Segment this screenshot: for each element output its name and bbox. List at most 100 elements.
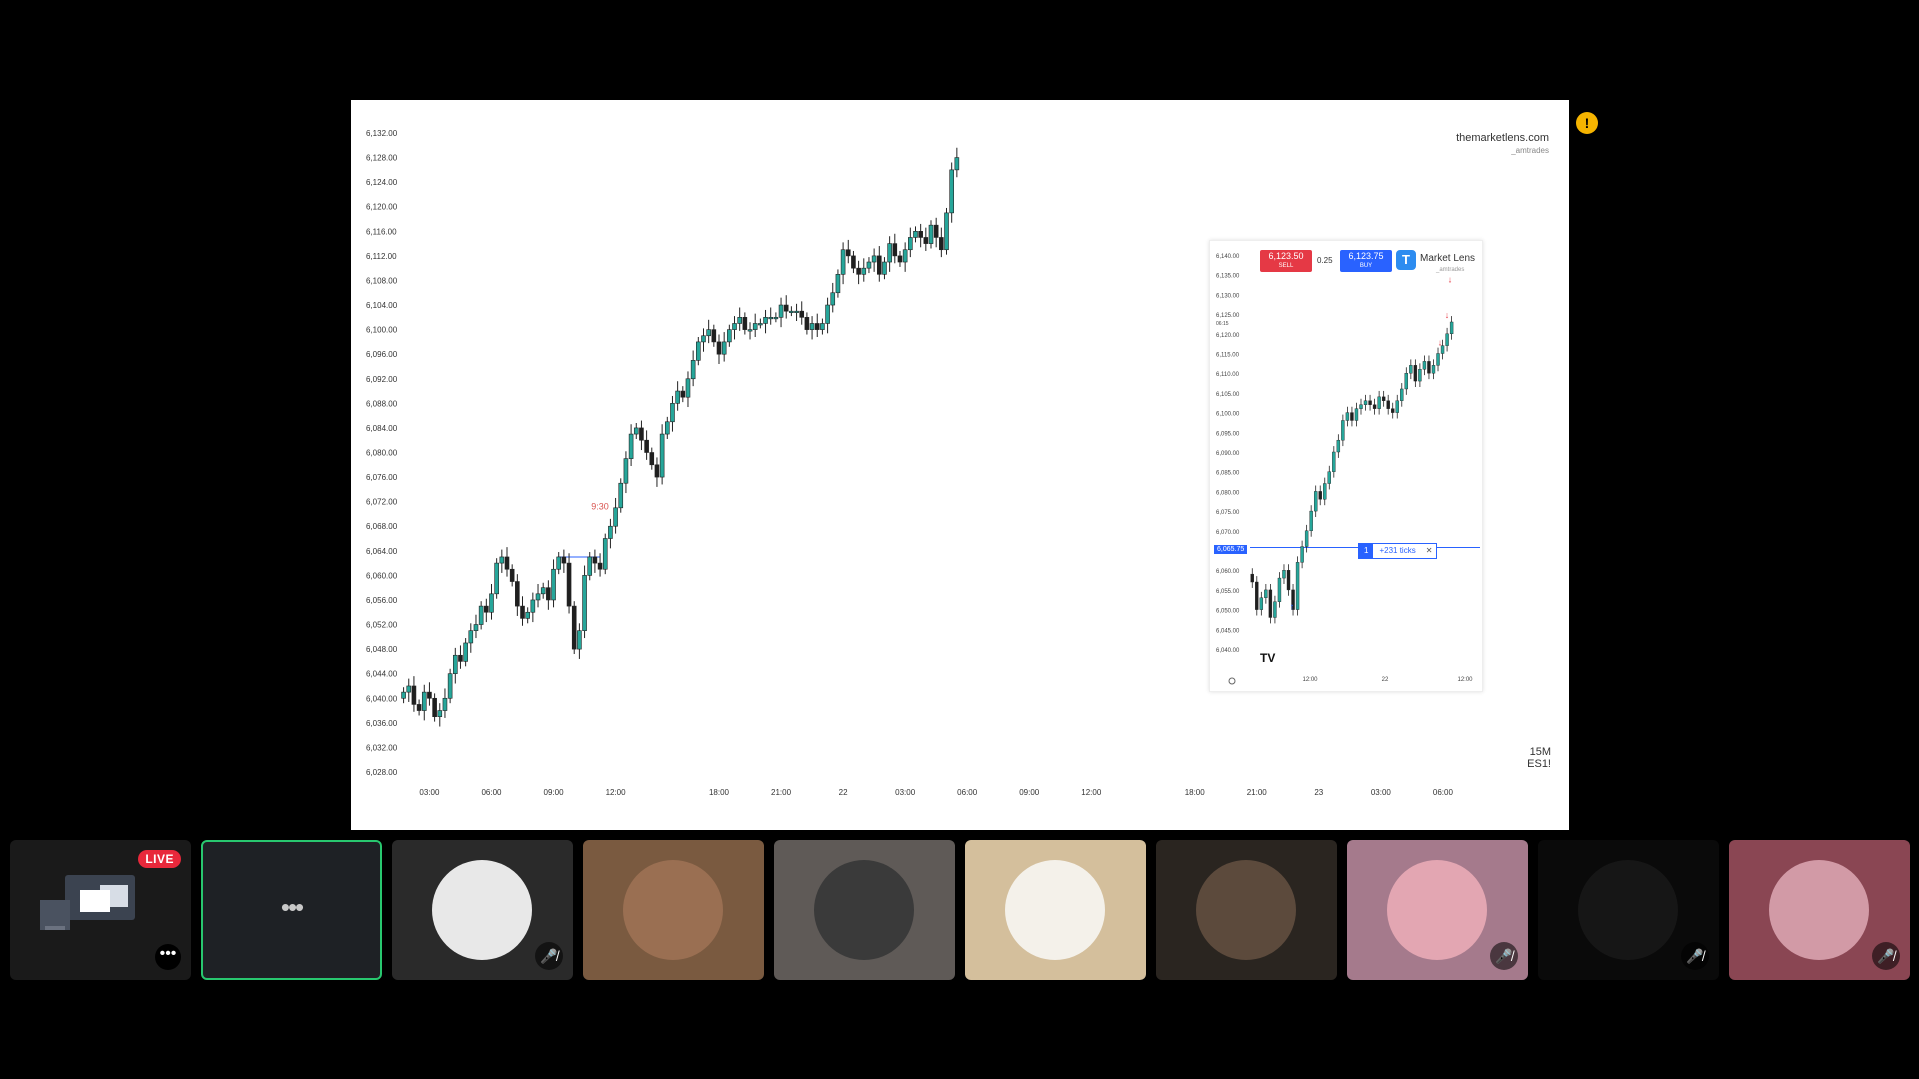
current-price-tag: 6,065.75 bbox=[1214, 545, 1248, 554]
candle-body bbox=[608, 525, 613, 539]
participant-tile[interactable]: 🎤̸ bbox=[1729, 840, 1910, 980]
inset-y-tick-label: 6,055.00 bbox=[1216, 589, 1240, 595]
position-qty: 1 bbox=[1359, 544, 1374, 558]
inset-y-tick-label: 6,100.00 bbox=[1216, 412, 1240, 418]
x-tick-label: 22 bbox=[839, 788, 848, 797]
inset-y-tick-label: 6,115.00 bbox=[1216, 353, 1240, 359]
y-tick-label: 6,100.00 bbox=[366, 326, 398, 335]
position-line-label[interactable]: 1 +231 ticks ✕ bbox=[1358, 543, 1438, 559]
inset-y-tick-label: 6,140.00 bbox=[1216, 254, 1240, 260]
participant-tile-host[interactable]: LIVE ••• bbox=[10, 840, 191, 980]
candle-body bbox=[913, 231, 918, 238]
candle-body bbox=[783, 304, 789, 312]
sell-button[interactable]: 6,123.50 SELL bbox=[1260, 250, 1312, 272]
inset-candle-body bbox=[1345, 412, 1350, 421]
candle-body bbox=[654, 464, 660, 478]
candle-body bbox=[509, 568, 515, 582]
participant-tile[interactable] bbox=[1156, 840, 1337, 980]
y-tick-label: 6,064.00 bbox=[366, 547, 398, 556]
candle-body bbox=[763, 317, 768, 324]
inset-y-tick-label: 6,135.00 bbox=[1216, 274, 1240, 280]
inset-candle-body bbox=[1250, 573, 1254, 583]
candle-body bbox=[752, 323, 758, 330]
candle-body bbox=[814, 323, 820, 330]
candle-body bbox=[696, 341, 701, 361]
candle-body bbox=[835, 274, 841, 294]
y-tick-label: 6,088.00 bbox=[366, 399, 398, 408]
candle-body bbox=[809, 323, 815, 330]
participant-tile[interactable] bbox=[774, 840, 955, 980]
candle-body bbox=[427, 691, 432, 699]
inset-candle-body bbox=[1304, 530, 1309, 547]
sell-price: 6,123.50 bbox=[1268, 251, 1304, 261]
avatar bbox=[623, 860, 723, 960]
candle-body bbox=[928, 224, 934, 244]
y-tick-label: 6,096.00 bbox=[366, 350, 398, 359]
y-tick-label: 6,040.00 bbox=[366, 694, 398, 703]
candle-body bbox=[871, 255, 877, 263]
candle-body bbox=[484, 605, 489, 613]
participant-tile[interactable]: 🎤̸ bbox=[1538, 840, 1719, 980]
buy-label: BUY bbox=[1359, 263, 1373, 269]
sell-label: SELL bbox=[1278, 263, 1294, 269]
candle-body bbox=[706, 329, 711, 337]
y-tick-label: 6,044.00 bbox=[366, 670, 398, 679]
watermark-brand: themarketlens.com bbox=[1456, 132, 1549, 144]
y-tick-label: 6,104.00 bbox=[366, 301, 398, 310]
participant-tile-more[interactable]: ••• bbox=[201, 840, 382, 980]
y-tick-label: 6,028.00 bbox=[366, 768, 398, 777]
candle-body bbox=[442, 697, 448, 711]
inset-candle-body bbox=[1318, 491, 1322, 500]
participant-tile[interactable] bbox=[583, 840, 764, 980]
candle-body bbox=[577, 630, 582, 650]
y-tick-label: 6,116.00 bbox=[366, 227, 397, 236]
candle-body bbox=[664, 421, 670, 435]
inset-candle-body bbox=[1409, 365, 1413, 374]
inset-candle-body bbox=[1427, 361, 1431, 374]
participant-tile[interactable]: 🎤̸ bbox=[392, 840, 573, 980]
inset-chart: 6,140.00 6,135.00 6,130.00 6,125.00 6,120.00… bbox=[1209, 240, 1483, 692]
inset-y-tick-label: 6,130.00 bbox=[1216, 293, 1240, 299]
inset-candle-body bbox=[1255, 581, 1259, 610]
more-participants-icon: ••• bbox=[280, 892, 304, 922]
candle-body bbox=[789, 310, 794, 313]
inset-y-tick-label: 6,040.00 bbox=[1216, 648, 1240, 654]
candle-body bbox=[447, 673, 453, 699]
buy-button[interactable]: 6,123.75 BUY bbox=[1340, 250, 1392, 272]
inset-candle-body bbox=[1400, 388, 1404, 401]
inset-candle-body bbox=[1323, 483, 1327, 500]
candle-body bbox=[592, 556, 598, 564]
candle-body bbox=[494, 562, 499, 595]
participant-tile[interactable]: 🎤̸ bbox=[1347, 840, 1528, 980]
participant-tile[interactable] bbox=[965, 840, 1146, 980]
x-tick-label: 03:00 bbox=[419, 788, 440, 797]
candle-body bbox=[401, 691, 406, 699]
inset-candle-body bbox=[1327, 471, 1331, 484]
candle-body bbox=[587, 556, 593, 576]
candle-body bbox=[876, 255, 882, 275]
inset-y-tick-label: 6,060.00 bbox=[1216, 569, 1240, 575]
candle-body bbox=[613, 507, 618, 527]
candle-body bbox=[923, 237, 929, 244]
candle-body bbox=[473, 624, 479, 631]
candle-body bbox=[701, 335, 706, 343]
inset-candle-body bbox=[1300, 546, 1304, 563]
inset-candle-body bbox=[1449, 321, 1454, 335]
candle-body bbox=[556, 556, 562, 570]
candle-body bbox=[463, 642, 468, 662]
candle-body bbox=[515, 581, 520, 607]
alert-icon[interactable]: ! bbox=[1576, 112, 1598, 134]
candle-body bbox=[882, 261, 887, 275]
y-tick-label: 6,076.00 bbox=[366, 473, 398, 482]
watermark-sub: _amtrades bbox=[1511, 146, 1549, 155]
close-position-icon[interactable]: ✕ bbox=[1426, 544, 1433, 558]
avatar bbox=[432, 860, 532, 960]
more-options-icon[interactable]: ••• bbox=[155, 944, 181, 970]
timeframe-symbol: ES1! bbox=[1527, 758, 1551, 770]
candle-body bbox=[737, 317, 742, 324]
buy-arrow-icon: ↑ bbox=[1290, 602, 1295, 612]
inset-candle-body bbox=[1436, 353, 1440, 366]
inset-candle-body bbox=[1391, 408, 1395, 413]
inset-y-tick-label: 6,070.00 bbox=[1216, 530, 1240, 536]
candle-body bbox=[628, 433, 634, 459]
